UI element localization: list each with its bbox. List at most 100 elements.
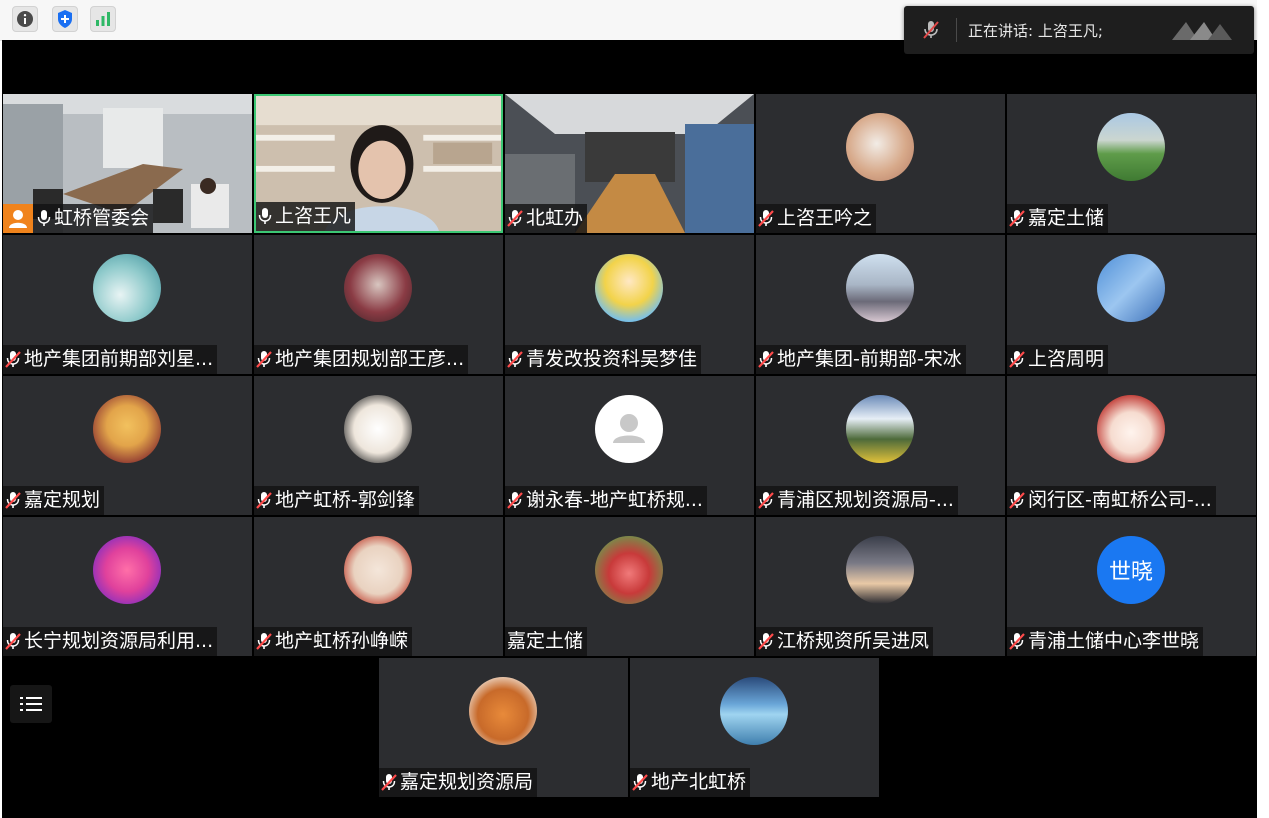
participant-tile[interactable]: 嘉定规划 bbox=[3, 376, 252, 515]
participant-tile[interactable]: 嘉定规划资源局 bbox=[379, 658, 628, 797]
mic-muted-icon bbox=[758, 492, 774, 509]
mic-icon bbox=[258, 208, 272, 224]
participant-tile[interactable]: 地产虹桥-郭剑锋 bbox=[254, 376, 503, 515]
participant-label: 地产集团前期部刘星... bbox=[3, 345, 218, 374]
list-menu-icon bbox=[20, 697, 42, 711]
participant-name: 地产北虹桥 bbox=[651, 771, 747, 793]
participant-tile[interactable]: 江桥规资所吴进凤 bbox=[756, 517, 1005, 656]
participant-label: 嘉定规划资源局 bbox=[379, 768, 538, 797]
participant-tile[interactable]: 闵行区-南虹桥公司-... bbox=[1007, 376, 1256, 515]
participant-avatar bbox=[720, 677, 788, 745]
shield-plus-icon bbox=[58, 10, 72, 28]
participant-tile[interactable]: 长宁规划资源局利用... bbox=[3, 517, 252, 656]
participant-tile[interactable]: 虹桥管委会 bbox=[3, 94, 252, 233]
mic-muted-icon bbox=[758, 210, 774, 227]
speaking-text: 正在讲话: 上咨王凡; bbox=[968, 22, 1103, 40]
participant-label: 地产集团规划部王彦... bbox=[254, 345, 469, 374]
participant-avatar-text: 世晓 bbox=[1097, 536, 1165, 604]
participant-name: 嘉定土储 bbox=[1028, 207, 1105, 229]
participant-tile[interactable]: 世晓 青浦土储中心李世晓 bbox=[1007, 517, 1256, 656]
participant-label: 虹桥管委会 bbox=[3, 204, 154, 233]
host-badge bbox=[3, 204, 33, 233]
info-button[interactable] bbox=[12, 6, 38, 32]
speaking-banner: 正在讲话: 上咨王凡; bbox=[904, 6, 1254, 54]
participant-tile[interactable]: 嘉定土储 bbox=[505, 517, 754, 656]
participant-tile[interactable]: 上咨王吟之 bbox=[756, 94, 1005, 233]
participant-avatar bbox=[93, 536, 161, 604]
mic-muted-icon bbox=[256, 351, 272, 368]
participant-name: 北虹办 bbox=[526, 207, 584, 229]
participant-name: 上咨王吟之 bbox=[777, 207, 873, 229]
mic-muted-icon bbox=[1009, 210, 1025, 227]
participant-avatar-default bbox=[595, 395, 663, 463]
banner-divider bbox=[956, 18, 957, 42]
mic-muted-icon bbox=[381, 774, 397, 791]
participant-label: 江桥规资所吴进凤 bbox=[756, 627, 934, 656]
info-icon bbox=[17, 11, 33, 27]
default-user-icon bbox=[613, 414, 645, 443]
participant-tile[interactable]: 青发改投资科吴梦佳 bbox=[505, 235, 754, 374]
participant-avatar bbox=[344, 395, 412, 463]
participant-label: 闵行区-南虹桥公司-... bbox=[1007, 486, 1216, 515]
participant-name: 嘉定土储 bbox=[507, 630, 584, 652]
right-edge-margin bbox=[1257, 0, 1269, 818]
mic-muted-icon bbox=[507, 351, 523, 368]
participant-name: 地产虹桥-郭剑锋 bbox=[275, 489, 415, 511]
participant-avatar bbox=[595, 254, 663, 322]
participant-label: 青发改投资科吴梦佳 bbox=[505, 345, 702, 374]
participant-avatar bbox=[846, 536, 914, 604]
participant-name: 地产集团-前期部-宋冰 bbox=[777, 348, 962, 370]
participant-avatar bbox=[469, 677, 537, 745]
mic-muted-icon bbox=[1009, 492, 1025, 509]
participant-tile[interactable]: 地产集团前期部刘星... bbox=[3, 235, 252, 374]
participant-avatar bbox=[846, 254, 914, 322]
participant-avatar bbox=[1097, 254, 1165, 322]
mic-muted-icon bbox=[758, 633, 774, 650]
participant-tile[interactable]: 上咨周明 bbox=[1007, 235, 1256, 374]
network-status-button[interactable] bbox=[90, 6, 116, 32]
participant-avatar bbox=[93, 254, 161, 322]
participant-name: 地产集团前期部刘星... bbox=[24, 348, 214, 370]
user-icon bbox=[9, 210, 27, 228]
participant-name: 上咨周明 bbox=[1028, 348, 1105, 370]
participant-label: 地产北虹桥 bbox=[630, 768, 751, 797]
video-grid: 虹桥管委会 上咨王凡 北虹办 上咨王吟之 嘉定土储 地产集团前期部刘星... 地… bbox=[2, 40, 1257, 818]
participant-avatar bbox=[846, 395, 914, 463]
participant-tile-active[interactable]: 上咨王凡 bbox=[254, 94, 503, 233]
participant-name: 江桥规资所吴进凤 bbox=[777, 630, 930, 652]
participant-name: 闵行区-南虹桥公司-... bbox=[1028, 489, 1212, 511]
participant-tile[interactable]: 北虹办 bbox=[505, 94, 754, 233]
participant-label: 地产集团-前期部-宋冰 bbox=[756, 345, 966, 374]
participant-avatar bbox=[595, 536, 663, 604]
participant-label: 嘉定土储 bbox=[505, 627, 588, 656]
participant-tile[interactable]: 地产集团规划部王彦... bbox=[254, 235, 503, 374]
participant-name: 地产虹桥孙峥嵘 bbox=[275, 630, 409, 652]
security-button[interactable] bbox=[52, 6, 78, 32]
mic-muted-icon bbox=[923, 21, 939, 39]
participant-label: 长宁规划资源局利用... bbox=[3, 627, 218, 656]
participant-name: 虹桥管委会 bbox=[54, 207, 150, 229]
participant-tile[interactable]: 地产虹桥孙峥嵘 bbox=[254, 517, 503, 656]
participant-tile[interactable]: 地产集团-前期部-宋冰 bbox=[756, 235, 1005, 374]
participant-tile[interactable]: 谢永春-地产虹桥规... bbox=[505, 376, 754, 515]
participant-avatar bbox=[846, 113, 914, 181]
participant-avatar bbox=[1097, 395, 1165, 463]
logo-mark-icon bbox=[1172, 22, 1232, 40]
participant-name: 谢永春-地产虹桥规... bbox=[526, 489, 703, 511]
participant-label: 上咨周明 bbox=[1007, 345, 1109, 374]
participant-name: 青浦区规划资源局-... bbox=[777, 489, 954, 511]
participant-list-button[interactable] bbox=[10, 685, 52, 723]
mic-muted-icon bbox=[256, 492, 272, 509]
participant-avatar bbox=[344, 536, 412, 604]
participant-label: 谢永春-地产虹桥规... bbox=[505, 486, 707, 515]
participant-label: 上咨王吟之 bbox=[756, 204, 877, 233]
participant-tile[interactable]: 青浦区规划资源局-... bbox=[756, 376, 1005, 515]
participant-label: 地产虹桥孙峥嵘 bbox=[254, 627, 413, 656]
participant-avatar bbox=[344, 254, 412, 322]
participant-tile[interactable]: 地产北虹桥 bbox=[630, 658, 879, 797]
participant-label: 地产虹桥-郭剑锋 bbox=[254, 486, 419, 515]
participant-label: 青浦区规划资源局-... bbox=[756, 486, 958, 515]
mic-muted-icon bbox=[5, 492, 21, 509]
participant-tile[interactable]: 嘉定土储 bbox=[1007, 94, 1256, 233]
mic-muted-icon bbox=[632, 774, 648, 791]
